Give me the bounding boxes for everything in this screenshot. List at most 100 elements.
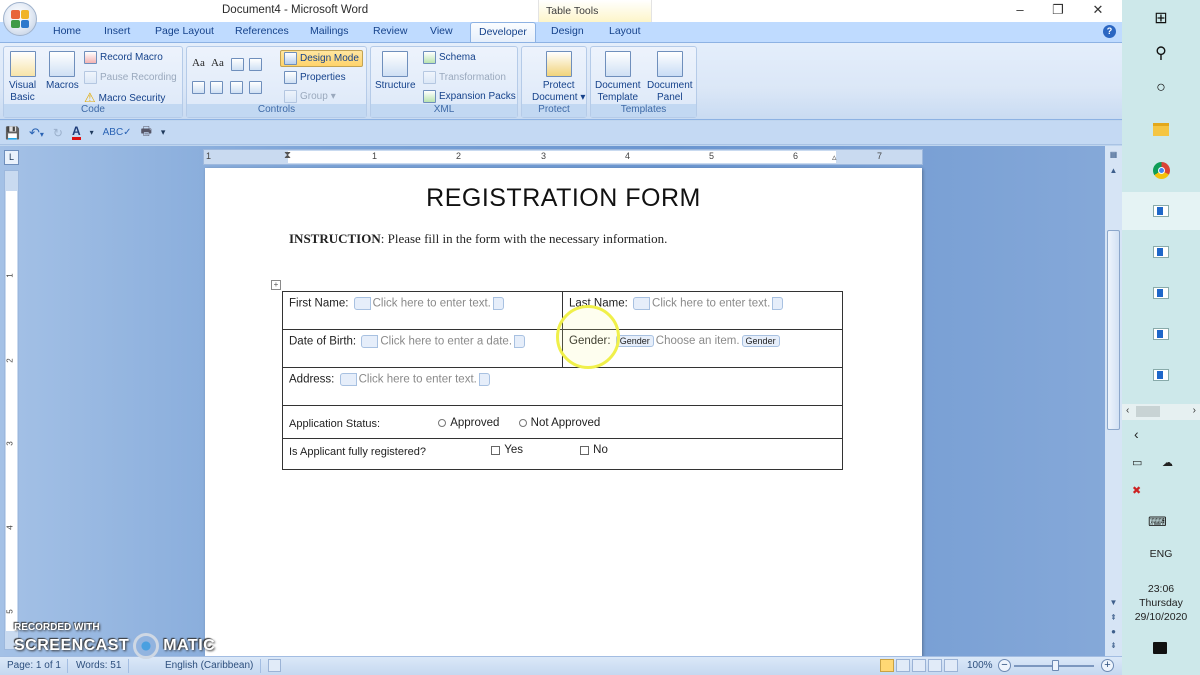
transformation-button[interactable]: Transformation bbox=[423, 71, 506, 84]
vertical-ruler[interactable]: 1 2 3 4 5 bbox=[4, 170, 19, 650]
sync-tray-icon[interactable]: ☁ bbox=[1162, 456, 1173, 469]
dropbox-error-tray-icon[interactable]: ✖ bbox=[1132, 484, 1141, 497]
content-control-end-tag[interactable] bbox=[478, 373, 490, 386]
full-screen-reading-icon[interactable] bbox=[896, 659, 910, 672]
save-icon[interactable]: 💾 bbox=[5, 126, 20, 140]
file-explorer-icon[interactable] bbox=[1148, 116, 1174, 142]
content-control-end-tag[interactable] bbox=[492, 297, 504, 310]
redo-icon[interactable]: ↻ bbox=[53, 126, 63, 140]
scroll-left-icon[interactable]: ‹ bbox=[1126, 405, 1129, 416]
tab-design[interactable]: Design bbox=[551, 25, 584, 37]
tab-selector-button[interactable]: L bbox=[4, 150, 19, 165]
word-window-icon[interactable] bbox=[1148, 280, 1174, 306]
word-window-icon[interactable] bbox=[1148, 239, 1174, 265]
content-control-end-tag[interactable] bbox=[772, 297, 784, 310]
search-icon[interactable]: ⚲ bbox=[1148, 40, 1174, 66]
windows-start-icon[interactable]: ⊞ bbox=[1148, 5, 1174, 31]
zoom-in-button[interactable]: + bbox=[1101, 659, 1114, 672]
system-clock[interactable]: 23:06 Thursday 29/10/2020 bbox=[1122, 582, 1200, 624]
building-block-icon[interactable] bbox=[249, 58, 262, 71]
rich-text-control-button[interactable]: Aa bbox=[192, 57, 205, 69]
battery-tray-icon[interactable]: ▭ bbox=[1132, 456, 1142, 469]
content-control-start-tag[interactable] bbox=[339, 373, 357, 386]
content-control-start-tag[interactable] bbox=[633, 297, 651, 310]
draft-view-icon[interactable] bbox=[944, 659, 958, 672]
spelling-icon[interactable]: ABC✓ bbox=[103, 127, 132, 138]
last-name-field[interactable]: Click here to enter text. bbox=[652, 298, 770, 310]
help-icon[interactable]: ? bbox=[1103, 25, 1116, 38]
keyboard-tray-icon[interactable]: ⌨ bbox=[1148, 514, 1167, 530]
tab-page-layout[interactable]: Page Layout bbox=[155, 25, 214, 37]
gender-dropdown[interactable]: Choose an item. bbox=[656, 335, 740, 347]
table-move-handle[interactable]: + bbox=[271, 280, 281, 290]
scroll-right-icon[interactable]: › bbox=[1193, 405, 1196, 416]
page-count[interactable]: Page: 1 of 1 bbox=[7, 660, 61, 671]
horizontal-ruler[interactable]: 1 1 2 3 4 5 6 7 ⧗ ▵ bbox=[203, 149, 923, 165]
web-layout-icon[interactable] bbox=[912, 659, 926, 672]
tab-view[interactable]: View bbox=[430, 25, 453, 37]
browse-object-icon[interactable]: ● bbox=[1107, 625, 1120, 638]
tab-home[interactable]: Home bbox=[53, 25, 81, 37]
next-page-icon[interactable]: ⇟ bbox=[1107, 639, 1120, 652]
scroll-thumb[interactable] bbox=[1136, 406, 1160, 417]
view-ruler-icon[interactable]: ▦ bbox=[1107, 148, 1120, 161]
tab-review[interactable]: Review bbox=[373, 25, 407, 37]
right-indent-marker-icon[interactable]: ▵ bbox=[832, 152, 837, 163]
tab-mailings[interactable]: Mailings bbox=[310, 25, 349, 37]
no-option[interactable]: No bbox=[580, 444, 608, 456]
address-field[interactable]: Click here to enter text. bbox=[359, 374, 477, 386]
show-hidden-icons-chevron[interactable]: ‹ bbox=[1134, 426, 1139, 442]
content-control-start-tag[interactable] bbox=[361, 335, 379, 348]
design-mode-button[interactable]: Design Mode bbox=[280, 50, 363, 67]
language-indicator[interactable]: English (Caribbean) bbox=[165, 660, 253, 671]
expansion-packs-button[interactable]: Expansion Packs bbox=[423, 90, 516, 103]
approved-radio[interactable] bbox=[438, 419, 447, 427]
tab-insert[interactable]: Insert bbox=[104, 25, 130, 37]
word-window-icon[interactable] bbox=[1148, 321, 1174, 347]
gender-end-tag[interactable]: Gender bbox=[741, 335, 780, 347]
not-approved-radio[interactable] bbox=[518, 419, 527, 427]
font-color-icon[interactable]: A bbox=[71, 125, 81, 140]
record-macro-button[interactable]: Record Macro bbox=[84, 51, 163, 64]
print-preview-icon[interactable]: 🖶 bbox=[141, 122, 152, 143]
vertical-scrollbar[interactable]: ▦ ▲ ▼ ⇞ ● ⇟ bbox=[1105, 146, 1122, 656]
word-window-icon[interactable] bbox=[1148, 362, 1174, 388]
tab-references[interactable]: References bbox=[235, 25, 289, 37]
yes-option[interactable]: Yes bbox=[491, 444, 523, 456]
restore-button[interactable]: ❐ bbox=[1048, 2, 1068, 18]
indent-marker-icon[interactable]: ⧗ bbox=[284, 150, 291, 161]
minimize-button[interactable]: – bbox=[1010, 2, 1030, 18]
zoom-slider[interactable] bbox=[1014, 660, 1094, 671]
zoom-out-button[interactable]: − bbox=[998, 659, 1011, 672]
first-name-field[interactable]: Click here to enter text. bbox=[373, 298, 491, 310]
scroll-down-icon[interactable]: ▼ bbox=[1107, 596, 1120, 609]
tab-layout[interactable]: Layout bbox=[609, 25, 641, 37]
date-picker-icon[interactable] bbox=[230, 81, 243, 94]
scrollbar-thumb[interactable] bbox=[1107, 230, 1120, 430]
content-control-start-tag[interactable] bbox=[353, 297, 371, 310]
close-button[interactable]: ✕ bbox=[1088, 2, 1108, 18]
properties-button[interactable]: Properties bbox=[284, 71, 346, 84]
outline-view-icon[interactable] bbox=[928, 659, 942, 672]
plain-text-control-button[interactable]: Aa bbox=[211, 57, 224, 69]
word-window-icon[interactable] bbox=[1148, 198, 1174, 224]
combo-box-icon[interactable] bbox=[192, 81, 205, 94]
macros-button[interactable]: Macros bbox=[46, 51, 79, 91]
macro-recording-icon[interactable] bbox=[268, 659, 281, 672]
taskbar-scroll[interactable]: ‹ › bbox=[1122, 404, 1200, 420]
date-of-birth-picker[interactable]: Click here to enter a date. bbox=[380, 336, 512, 348]
protect-document-button[interactable]: Protect Document ▾ bbox=[532, 51, 585, 103]
zoom-level[interactable]: 100% bbox=[967, 660, 993, 671]
gender-start-tag[interactable]: Gender bbox=[615, 335, 654, 347]
approved-option[interactable]: Approved bbox=[438, 417, 499, 429]
structure-button[interactable]: Structure bbox=[375, 51, 416, 91]
document-panel-button[interactable]: Document Panel bbox=[647, 51, 693, 103]
group-button[interactable]: Group ▾ bbox=[284, 90, 336, 103]
customize-toolbar-icon[interactable]: ▾ bbox=[161, 127, 166, 138]
zoom-slider-thumb[interactable] bbox=[1052, 660, 1059, 671]
pause-recording-button[interactable]: Pause Recording bbox=[84, 71, 177, 84]
scroll-up-icon[interactable]: ▲ bbox=[1107, 164, 1120, 177]
content-control-end-tag[interactable] bbox=[514, 335, 526, 348]
print-layout-view-icon[interactable] bbox=[880, 659, 894, 672]
not-approved-option[interactable]: Not Approved bbox=[518, 417, 600, 429]
